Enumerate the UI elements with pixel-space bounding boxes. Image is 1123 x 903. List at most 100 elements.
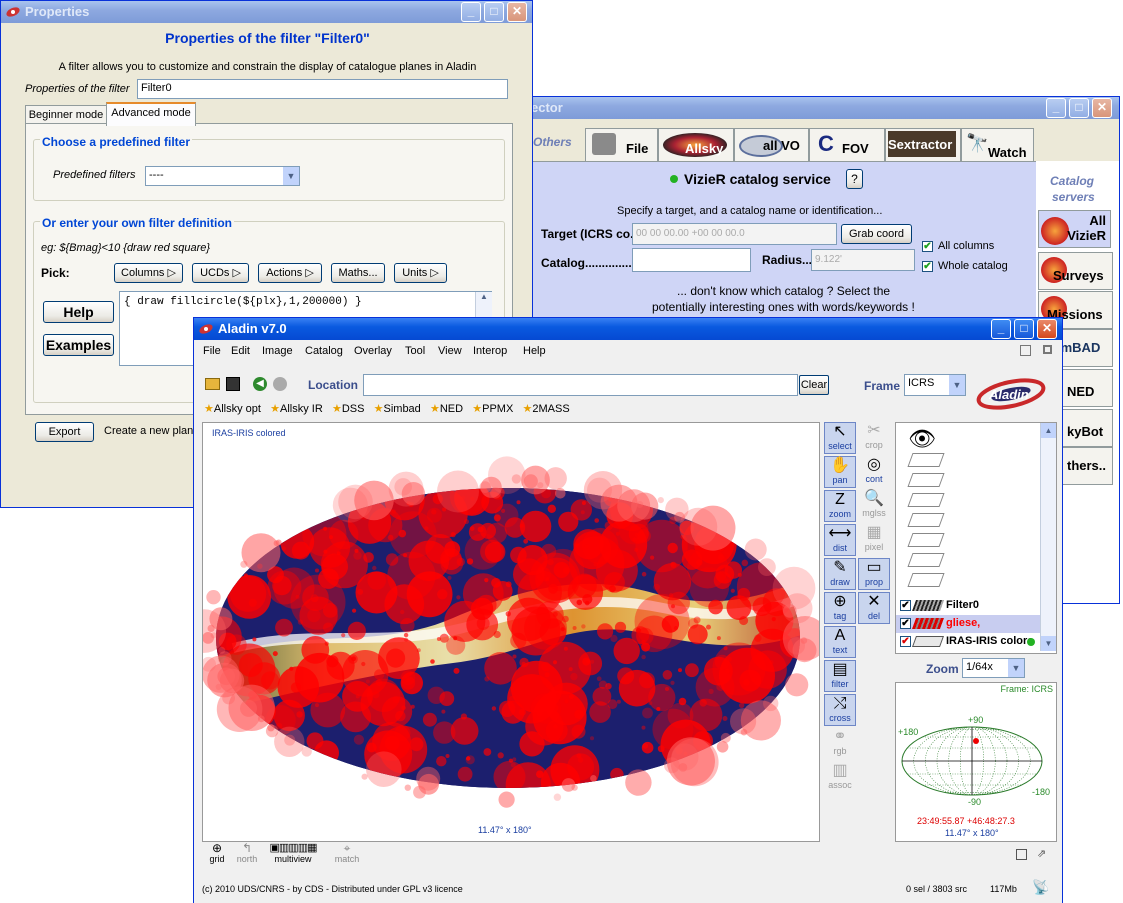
zoom-select[interactable]: 1/64x ▼ bbox=[962, 658, 1025, 678]
multiview-tool[interactable]: ▣▥▥▥▦ multiview bbox=[265, 842, 321, 864]
units-button[interactable]: Units ▷ bbox=[394, 263, 447, 283]
clear-button[interactable]: Clear bbox=[799, 375, 829, 395]
server-minimize-button[interactable]: _ bbox=[1046, 98, 1066, 118]
server-maximize-button[interactable]: □ bbox=[1069, 98, 1089, 118]
empty-plane-slot[interactable] bbox=[907, 473, 945, 487]
crop-tool[interactable]: ✂ crop bbox=[858, 422, 890, 454]
zoom-tool[interactable]: Zzoom bbox=[824, 490, 856, 522]
menu-overlay[interactable]: Overlay bbox=[354, 345, 392, 357]
open-folder-icon[interactable] bbox=[205, 378, 220, 390]
predefined-select[interactable]: ---- ▼ bbox=[145, 166, 300, 186]
empty-plane-slot[interactable] bbox=[907, 513, 945, 527]
menu-image[interactable]: Image bbox=[262, 345, 293, 357]
all-columns-checkbox[interactable]: ✔ bbox=[922, 241, 933, 252]
frame-select[interactable]: ICRS ▼ bbox=[904, 374, 966, 396]
tab-others[interactable]: Others bbox=[533, 135, 572, 149]
catalog-input[interactable] bbox=[632, 248, 751, 272]
back-icon[interactable]: ◀ bbox=[253, 377, 267, 391]
filter-name-input[interactable]: Filter0 bbox=[137, 79, 508, 99]
empty-plane-slot[interactable] bbox=[907, 553, 945, 567]
cont-tool[interactable]: ◎ cont bbox=[858, 456, 890, 488]
menu-tool[interactable]: Tool bbox=[405, 345, 425, 357]
bookmark-allsky-ir[interactable]: ★Allsky IR bbox=[270, 403, 323, 415]
tab-fov[interactable]: C FOV bbox=[809, 128, 885, 162]
plane-visible-checkbox[interactable]: ✔ bbox=[900, 600, 911, 611]
aladin-minimize-button[interactable]: _ bbox=[991, 319, 1011, 339]
empty-plane-slot[interactable] bbox=[907, 453, 945, 467]
minimize-button[interactable]: _ bbox=[461, 2, 481, 22]
aladin-maximize-button[interactable]: □ bbox=[1014, 319, 1034, 339]
tab-watch[interactable]: 🔭 Watch bbox=[961, 128, 1034, 162]
empty-plane-slot[interactable] bbox=[907, 573, 945, 587]
bookmark-2mass[interactable]: ★2MASS bbox=[522, 403, 569, 415]
aladin-close-button[interactable]: ✕ bbox=[1037, 319, 1057, 339]
restore-icon[interactable] bbox=[1020, 345, 1031, 356]
location-input[interactable] bbox=[363, 374, 798, 396]
assoc-tool[interactable]: ▥ assoc bbox=[824, 762, 856, 794]
ucds-button[interactable]: UCDs ▷ bbox=[192, 263, 249, 283]
grab-coord-button[interactable]: Grab coord bbox=[841, 224, 912, 244]
detach-icon[interactable]: ⇗ bbox=[1037, 847, 1046, 860]
bookmark-dss[interactable]: ★DSS bbox=[332, 403, 365, 415]
single-view-icon[interactable] bbox=[1016, 849, 1027, 860]
tab-file[interactable]: File bbox=[585, 128, 658, 162]
menu-interop[interactable]: Interop bbox=[473, 345, 507, 357]
pixel-tool[interactable]: ▦ pixel bbox=[858, 524, 890, 556]
tag-tool[interactable]: ⊕ tag bbox=[824, 592, 856, 624]
bookmark-allsky-opt[interactable]: ★Allsky opt bbox=[204, 403, 261, 415]
close-button[interactable]: ✕ bbox=[507, 2, 527, 22]
eye-icon[interactable]: 👁 bbox=[908, 428, 936, 450]
server-titlebar[interactable]: ector _ □ ✕ bbox=[533, 97, 1119, 119]
filter-tool[interactable]: ▤ filter bbox=[824, 660, 856, 692]
del-tool[interactable]: ✕ del bbox=[858, 592, 890, 624]
vizier-help-button[interactable]: ? bbox=[846, 169, 863, 189]
tab-advanced[interactable]: Advanced mode bbox=[106, 102, 196, 126]
cross-tool[interactable]: ⤭ cross bbox=[824, 694, 856, 726]
tab-sextractor[interactable]: Sextractor bbox=[885, 128, 961, 162]
bookmark-ned[interactable]: ★NED bbox=[430, 403, 463, 415]
grid-tool[interactable]: ⊕ grid bbox=[206, 842, 228, 864]
plane-stack-scrollbar[interactable]: ▲ ▼ bbox=[1040, 423, 1056, 651]
empty-plane-slot[interactable] bbox=[907, 533, 945, 547]
allsky-map[interactable] bbox=[203, 423, 819, 841]
navigator-panel[interactable]: Frame: ICRS +90 +180 -90 -180 23:49:55.8… bbox=[895, 682, 1057, 842]
tab-allvo[interactable]: all VO bbox=[734, 128, 809, 162]
plane-row-filter0[interactable]: ✔ Filter0 bbox=[896, 597, 1040, 615]
menu-edit[interactable]: Edit bbox=[231, 345, 250, 357]
menu-help[interactable]: Help bbox=[523, 345, 546, 357]
scroll-down-icon[interactable]: ▼ bbox=[1041, 636, 1056, 651]
maximize-button[interactable]: □ bbox=[484, 2, 504, 22]
menu-view[interactable]: View bbox=[438, 345, 462, 357]
draw-tool[interactable]: ✎ draw bbox=[824, 558, 856, 590]
plane-visible-checkbox[interactable]: ✔ bbox=[900, 618, 911, 629]
pan-tool[interactable]: ✋ pan bbox=[824, 456, 856, 488]
aladin-titlebar[interactable]: Aladin v7.0 _ □ ✕ bbox=[194, 318, 1062, 340]
plane-row-gliese[interactable]: ✔ gliese, bbox=[896, 615, 1040, 633]
export-button[interactable]: Export bbox=[35, 422, 94, 442]
match-tool[interactable]: ⌖ match bbox=[331, 842, 363, 864]
maths-button[interactable]: Maths... bbox=[331, 263, 385, 283]
mglss-tool[interactable]: 🔍 mglss bbox=[858, 490, 890, 522]
empty-plane-slot[interactable] bbox=[907, 493, 945, 507]
menu-file[interactable]: File bbox=[203, 345, 221, 357]
plane-visible-checkbox[interactable]: ✔ bbox=[900, 636, 911, 647]
forward-icon[interactable] bbox=[273, 377, 287, 391]
chevron-down-icon[interactable]: ▼ bbox=[949, 375, 965, 395]
examples-button[interactable]: Examples bbox=[43, 334, 114, 356]
rgb-tool[interactable]: ⚭ rgb bbox=[824, 728, 856, 760]
actions-button[interactable]: Actions ▷ bbox=[258, 263, 322, 283]
chevron-down-icon[interactable]: ▼ bbox=[1008, 659, 1024, 677]
bookmark-ppmx[interactable]: ★PPMX bbox=[472, 403, 513, 415]
server-surveys[interactable]: Surveys bbox=[1038, 252, 1113, 290]
dist-tool[interactable]: ⟷ dist bbox=[824, 524, 856, 556]
fullscreen-icon[interactable] bbox=[1043, 345, 1052, 354]
save-icon[interactable] bbox=[226, 377, 240, 391]
chevron-down-icon[interactable]: ▼ bbox=[283, 167, 299, 185]
plane-row-iras[interactable]: ✔ IRAS-IRIS colore bbox=[896, 633, 1040, 651]
help-button[interactable]: Help bbox=[43, 301, 114, 323]
menu-catalog[interactable]: Catalog bbox=[305, 345, 343, 357]
server-close-button[interactable]: ✕ bbox=[1092, 98, 1112, 118]
server-all-vizier[interactable]: All VizieR bbox=[1038, 210, 1111, 248]
scroll-up-icon[interactable]: ▲ bbox=[1041, 423, 1056, 438]
properties-titlebar[interactable]: Properties _ □ ✕ bbox=[1, 1, 532, 23]
